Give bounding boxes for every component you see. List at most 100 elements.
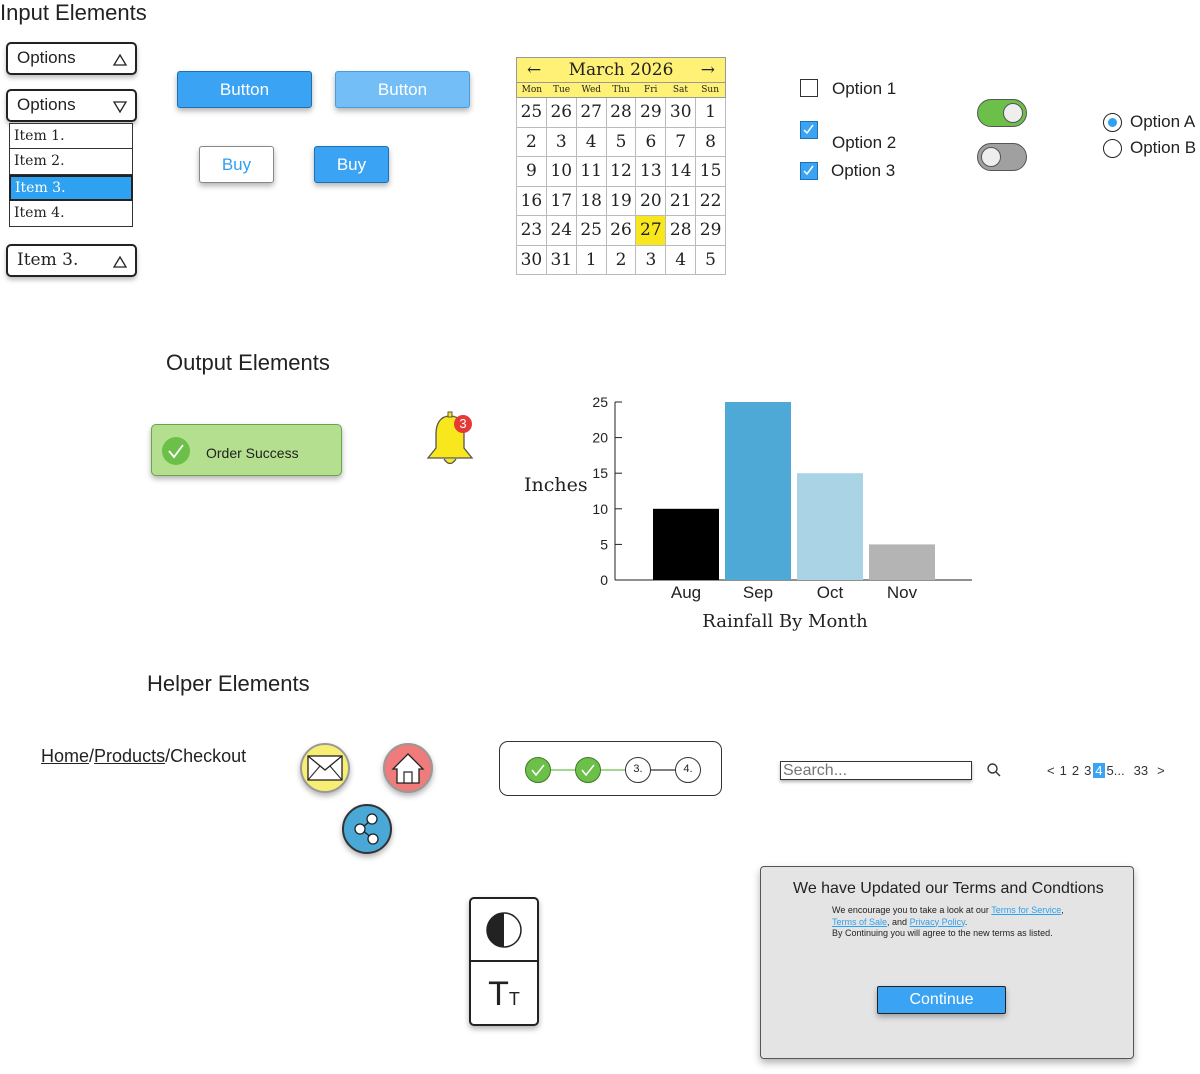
- calendar-day-selected[interactable]: 27: [636, 216, 667, 246]
- notification-bell[interactable]: 3: [424, 408, 476, 470]
- calendar-day[interactable]: 3: [636, 245, 667, 275]
- checkbox-option-2[interactable]: [800, 121, 818, 139]
- calendar-day[interactable]: 18: [576, 186, 607, 216]
- mail-icon: [307, 755, 343, 781]
- calendar-day[interactable]: 31: [546, 245, 577, 275]
- calendar-day[interactable]: 22: [696, 186, 726, 216]
- prev-month-arrow-icon[interactable]: ←: [527, 60, 541, 80]
- search-input[interactable]: [780, 761, 972, 780]
- next-month-arrow-icon[interactable]: →: [701, 60, 715, 80]
- contrast-toggle[interactable]: [471, 899, 537, 962]
- text-size-toggle[interactable]: TT: [471, 964, 537, 1024]
- step-complete-2: [575, 757, 601, 783]
- calendar-day[interactable]: 2: [517, 127, 547, 157]
- buy-outline-button[interactable]: Buy: [199, 146, 274, 183]
- page-link[interactable]: 1: [1060, 763, 1067, 778]
- modal-line-1: We encourage you to take a look at our T…: [832, 905, 1092, 917]
- page-link[interactable]: 3: [1084, 763, 1091, 778]
- y-tick-label: 15: [592, 465, 608, 481]
- calendar-day[interactable]: 26: [546, 98, 577, 128]
- calendar-day[interactable]: 19: [606, 186, 637, 216]
- calendar-day[interactable]: 14: [666, 157, 697, 187]
- buy-button[interactable]: Buy: [314, 146, 389, 183]
- calendar-day[interactable]: 1: [696, 98, 726, 128]
- check-icon: [531, 764, 545, 777]
- toggle-switch-on[interactable]: [977, 99, 1027, 127]
- calendar-day[interactable]: 21: [666, 186, 697, 216]
- search-icon[interactable]: [986, 762, 1002, 778]
- page-link-last[interactable]: 33: [1134, 763, 1148, 778]
- breadcrumb-home-link[interactable]: Home: [41, 746, 89, 766]
- checkbox-label: Option 3: [831, 161, 896, 180]
- calendar-day[interactable]: 3: [546, 127, 577, 157]
- calendar-day[interactable]: 24: [546, 216, 577, 246]
- item-dropdown-selected[interactable]: Item 3.: [6, 244, 137, 277]
- calendar-day[interactable]: 10: [546, 157, 577, 187]
- terms-of-sale-link[interactable]: Terms of Sale: [832, 917, 887, 927]
- share-button[interactable]: [342, 804, 392, 854]
- page-link[interactable]: 2: [1072, 763, 1079, 778]
- terms-of-service-link[interactable]: Terms for Service: [991, 905, 1061, 915]
- dropdown-item[interactable]: Item 1.: [9, 123, 133, 149]
- calendar-day[interactable]: 29: [696, 216, 726, 246]
- continue-button[interactable]: Continue: [877, 986, 1006, 1014]
- calendar-day[interactable]: 17: [546, 186, 577, 216]
- calendar-day[interactable]: 13: [636, 157, 667, 187]
- calendar-day[interactable]: 4: [666, 245, 697, 275]
- calendar-day[interactable]: 16: [517, 186, 547, 216]
- calendar-day[interactable]: 28: [606, 98, 637, 128]
- calendar-day[interactable]: 7: [666, 127, 697, 157]
- y-tick-label: 10: [592, 501, 608, 517]
- calendar-day[interactable]: 25: [517, 98, 547, 128]
- primary-button[interactable]: Button: [177, 71, 312, 108]
- calendar-day[interactable]: 5: [606, 127, 637, 157]
- secondary-button[interactable]: Button: [335, 71, 470, 108]
- step-3: 3.: [625, 757, 651, 783]
- calendar-day[interactable]: 5: [696, 245, 726, 275]
- calendar-day[interactable]: 28: [666, 216, 697, 246]
- checkbox-option-1[interactable]: [800, 79, 818, 97]
- dropdown-item[interactable]: Item 4.: [9, 201, 133, 227]
- calendar-day[interactable]: 26: [606, 216, 637, 246]
- modal-text: ,: [1061, 905, 1064, 915]
- calendar-day[interactable]: 11: [576, 157, 607, 187]
- calendar-day[interactable]: 8: [696, 127, 726, 157]
- calendar-day[interactable]: 30: [517, 245, 547, 275]
- calendar-day[interactable]: 25: [576, 216, 607, 246]
- dropdown-item-selected[interactable]: Item 3.: [9, 175, 133, 201]
- weekday-label: Tue: [552, 85, 571, 95]
- calendar-day[interactable]: 30: [666, 98, 697, 128]
- calendar-day[interactable]: 1: [576, 245, 607, 275]
- pagination-next[interactable]: >: [1157, 763, 1165, 778]
- calendar-day[interactable]: 27: [576, 98, 607, 128]
- options-dropdown-closed[interactable]: Options: [6, 42, 137, 75]
- breadcrumb-products-link[interactable]: Products: [94, 746, 165, 766]
- options-dropdown-open[interactable]: Options: [6, 89, 137, 122]
- page-link[interactable]: 5: [1107, 763, 1114, 778]
- calendar-day[interactable]: 23: [517, 216, 547, 246]
- x-tick-label: Aug: [671, 583, 701, 602]
- mail-button[interactable]: [300, 743, 350, 793]
- calendar-day[interactable]: 9: [517, 157, 547, 187]
- calendar-day[interactable]: 4: [576, 127, 607, 157]
- radio-option-b[interactable]: [1103, 139, 1122, 158]
- calendar-weekdays: Mon Tue Wed Thu Fri Sat Sun: [516, 83, 726, 98]
- modal-text: , and: [887, 916, 910, 927]
- calendar-day[interactable]: 15: [696, 157, 726, 187]
- dropdown-item[interactable]: Item 2.: [9, 149, 133, 175]
- home-button[interactable]: [383, 743, 433, 793]
- checkbox-option-3[interactable]: [800, 162, 818, 180]
- calendar-day[interactable]: 2: [606, 245, 637, 275]
- calendar-day[interactable]: 12: [606, 157, 637, 187]
- calendar-day[interactable]: 6: [636, 127, 667, 157]
- page-link-current[interactable]: 4: [1093, 763, 1105, 778]
- pagination-prev[interactable]: <: [1047, 763, 1055, 778]
- privacy-policy-link[interactable]: Privacy Policy: [910, 917, 965, 927]
- step-4: 4.: [675, 757, 701, 783]
- calendar-day[interactable]: 29: [636, 98, 667, 128]
- calendar-day[interactable]: 20: [636, 186, 667, 216]
- modal-line-2: Terms of Sale, and Privacy Policy.: [832, 917, 1092, 929]
- toggle-switch-off[interactable]: [977, 143, 1027, 171]
- progress-stepper: 3. 4.: [499, 741, 722, 796]
- radio-option-a[interactable]: [1103, 113, 1122, 132]
